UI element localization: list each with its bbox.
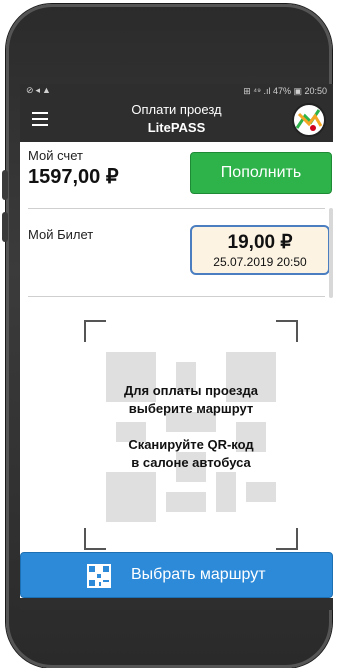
app-screen: ⊘◂▲ ⊞ ⁴⁹ .ıl 47% ▣ 20:50 Оплати проезд L… — [20, 84, 333, 610]
phone-volume-up-button — [2, 170, 8, 200]
ticket-datetime: 25.07.2019 20:50 — [213, 255, 307, 269]
phone-volume-down-button — [2, 212, 8, 242]
scan-instruction-line: Сканируйте QR-код — [128, 437, 254, 452]
bottom-bar — [20, 598, 333, 610]
scrollbar[interactable] — [329, 208, 333, 298]
choose-route-button[interactable]: Выбрать маршрут — [20, 552, 333, 598]
scan-instruction-line: в салоне автобуса — [131, 455, 251, 470]
scan-corner — [84, 320, 106, 342]
account-balance: 1597,00 ₽ — [28, 166, 119, 188]
header-title: Оплати проезд — [131, 102, 222, 117]
app-header: Оплати проезд LitePASS — [20, 98, 333, 142]
account-label: Мой счет — [28, 148, 83, 163]
ticket-price: 19,00 ₽ — [227, 232, 293, 253]
scan-corner — [276, 528, 298, 550]
divider — [28, 296, 325, 297]
qr-code-icon — [87, 564, 111, 588]
scan-instruction-line: выберите маршрут — [128, 401, 254, 416]
status-left-icons: ⊘◂▲ — [26, 85, 53, 95]
divider — [28, 208, 325, 209]
scan-instruction-line: Для оплаты проезда — [124, 383, 258, 398]
status-right-info: ⊞ ⁴⁹ .ıl 47% ▣ 20:50 — [243, 86, 327, 96]
scan-corner — [84, 528, 106, 550]
topup-button[interactable]: Пополнить — [190, 152, 332, 194]
ticket-label: Мой Билет — [28, 227, 94, 242]
app-logo-icon — [292, 103, 326, 137]
scan-corner — [276, 320, 298, 342]
header-subtitle: LitePASS — [147, 120, 206, 135]
hamburger-menu-icon[interactable] — [32, 112, 48, 126]
qr-scan-area[interactable]: Для оплаты проезда выберите маршрут Скан… — [84, 320, 298, 550]
phone-frame: ⊘◂▲ ⊞ ⁴⁹ .ıl 47% ▣ 20:50 Оплати проезд L… — [6, 4, 333, 668]
ticket-card[interactable]: 19,00 ₽ 25.07.2019 20:50 — [190, 225, 330, 275]
choose-route-label: Выбрать маршрут — [131, 566, 266, 583]
status-bar: ⊘◂▲ ⊞ ⁴⁹ .ıl 47% ▣ 20:50 — [20, 84, 333, 98]
